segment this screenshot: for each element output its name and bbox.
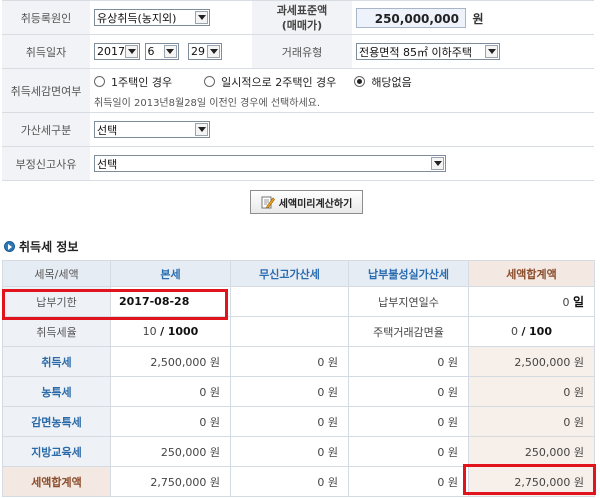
chevron-down-icon	[485, 45, 498, 58]
reduction-rate-cell: 0 / 100	[468, 316, 595, 347]
radio-temp-two-house[interactable]: 일시적으로 2주택인 경우	[204, 74, 336, 90]
month-value: 6	[147, 45, 155, 58]
table-row: 취득세 2,500,000 원 0 원 0 원 2,500,000 원	[2, 346, 595, 377]
calculate-tax-button[interactable]: 세액미리계산하기	[250, 190, 363, 214]
reason-select[interactable]: 유상취득(농지외)	[94, 9, 210, 26]
month-select[interactable]: 6	[144, 43, 179, 60]
header-cell: 세목/세액	[2, 260, 111, 287]
cell-value: 0 원	[230, 436, 349, 467]
cell-value: 0 원	[110, 406, 231, 437]
year-value: 2017	[97, 45, 125, 58]
cell-value: 0 원	[348, 376, 469, 407]
tax-base-unit: 원	[472, 11, 484, 26]
reduction-radio-group: 1주택인 경우 일시적으로 2주택인 경우 해당없음	[94, 72, 590, 90]
table-row: 감면농특세 0 원 0 원 0 원 0 원	[2, 406, 595, 437]
cell-value: 0 원	[348, 406, 469, 437]
reason-label: 취등록원인	[2, 0, 90, 35]
section-title: 취득세 정보	[4, 238, 78, 255]
improper-label: 부정신고사유	[2, 146, 90, 181]
radio-button-icon[interactable]	[94, 76, 105, 87]
surcharge-select[interactable]: 선택	[94, 121, 210, 138]
section-title-text: 취득세 정보	[19, 240, 79, 254]
header-cell: 세액합계액	[468, 260, 595, 287]
tax-rate-label: 취득세율	[2, 316, 111, 347]
cell-value: 250,000 원	[468, 436, 595, 467]
chevron-down-icon	[125, 45, 138, 58]
empty-cell	[230, 316, 349, 347]
chevron-down-icon	[195, 11, 208, 24]
cell-value: 0 원	[230, 406, 349, 437]
row-label: 농특세	[2, 376, 111, 407]
cell-value: 0 원	[468, 376, 595, 407]
due-date-value: 2017-08-28	[110, 286, 231, 317]
delay-days-cell: 0 일	[468, 286, 595, 317]
row-label: 취득세	[2, 346, 111, 377]
cell-value: 0 원	[230, 376, 349, 407]
cell-value: 2,500,000 원	[468, 346, 595, 377]
tax-base-label: 과세표준액	[276, 4, 328, 17]
header-cell: 본세	[110, 260, 231, 287]
reduction-rate-label: 주택거래감면율	[348, 316, 469, 347]
surcharge-value: 선택	[97, 123, 118, 137]
due-date-label: 납부기한	[2, 286, 111, 317]
row-label: 지방교육세	[2, 436, 111, 467]
pencil-icon	[261, 196, 275, 209]
total-label: 세액합계액	[2, 466, 111, 497]
cell-value: 0 원	[110, 376, 231, 407]
cell-value: 250,000 원	[110, 436, 231, 467]
cell-value: 0 원	[230, 466, 349, 497]
table-row: 농특세 0 원 0 원 0 원 0 원	[2, 376, 595, 407]
trade-type-value: 전용면적 85㎡ 이하주택	[359, 45, 472, 59]
empty-cell	[230, 286, 349, 317]
cell-value: 0 원	[468, 406, 595, 437]
cell-value: 2,500,000 원	[110, 346, 231, 377]
header-cell: 납부불성실가산세	[348, 260, 469, 287]
total-row: 세액합계액 2,750,000 원 0 원 0 원 2,750,000 원	[2, 466, 595, 497]
chevron-down-icon	[195, 123, 208, 136]
radio-one-house[interactable]: 1주택인 경우	[94, 74, 172, 90]
trade-type-select[interactable]: 전용면적 85㎡ 이하주택	[356, 43, 500, 60]
cell-value: 0 원	[348, 346, 469, 377]
reduction-label: 취득세감면여부	[2, 68, 90, 113]
calculate-tax-label: 세액미리계산하기	[278, 198, 353, 210]
row-label: 감면농특세	[2, 406, 111, 437]
header-cell: 무신고가산세	[230, 260, 349, 287]
day-select[interactable]: 29	[188, 43, 222, 60]
reduction-note: 취득일이 2013년8월28일 이전인 경우에 선택하세요.	[94, 98, 321, 109]
acquisition-form: 취등록원인 유상취득(농지외) 과세표준액 (매매가) 250,000,000 …	[2, 0, 594, 181]
tax-rate-cell: 10 / 1000	[110, 316, 231, 347]
radio-not-applicable[interactable]: 해당없음	[354, 74, 412, 90]
surcharge-label: 가산세구분	[2, 112, 90, 147]
improper-value: 선택	[97, 157, 118, 171]
trade-type-label: 거래유형	[252, 34, 352, 69]
total-amount: 2,750,000 원	[468, 466, 595, 497]
chevron-down-icon	[207, 45, 220, 58]
tax-base-input[interactable]: 250,000,000	[356, 7, 466, 28]
chevron-down-icon	[431, 157, 444, 170]
table-row: 지방교육세 250,000 원 0 원 0 원 250,000 원	[2, 436, 595, 467]
delay-days-label: 납부지연일수	[348, 286, 469, 317]
tax-info-table: 세목/세액 본세 무신고가산세 납부불성실가산세 세액합계액 납부기한 2017…	[2, 260, 595, 497]
day-value: 29	[191, 45, 205, 58]
reason-select-value: 유상취득(농지외)	[97, 11, 177, 25]
acq-date-label: 취득일자	[2, 34, 90, 69]
radio-button-selected-icon[interactable]	[354, 76, 366, 87]
cell-value: 2,750,000 원	[110, 466, 231, 497]
bullet-arrow-icon	[4, 241, 15, 252]
due-date-row: 납부기한 2017-08-28 납부지연일수 0 일	[2, 286, 595, 317]
cell-value: 0 원	[348, 466, 469, 497]
delay-days-unit: 일	[572, 295, 584, 309]
improper-select[interactable]: 선택	[94, 155, 446, 172]
rate-row: 취득세율 10 / 1000 주택거래감면율 0 / 100	[2, 316, 595, 347]
radio-button-icon[interactable]	[204, 76, 216, 87]
year-select[interactable]: 2017	[94, 43, 140, 60]
chevron-down-icon	[163, 45, 177, 58]
cell-value: 0 원	[230, 346, 349, 377]
tax-base-sublabel: (매매가)	[281, 19, 323, 32]
delay-days-value: 0	[562, 296, 570, 309]
cell-value: 0 원	[348, 436, 469, 467]
table-header-row: 세목/세액 본세 무신고가산세 납부불성실가산세 세액합계액	[2, 260, 595, 287]
